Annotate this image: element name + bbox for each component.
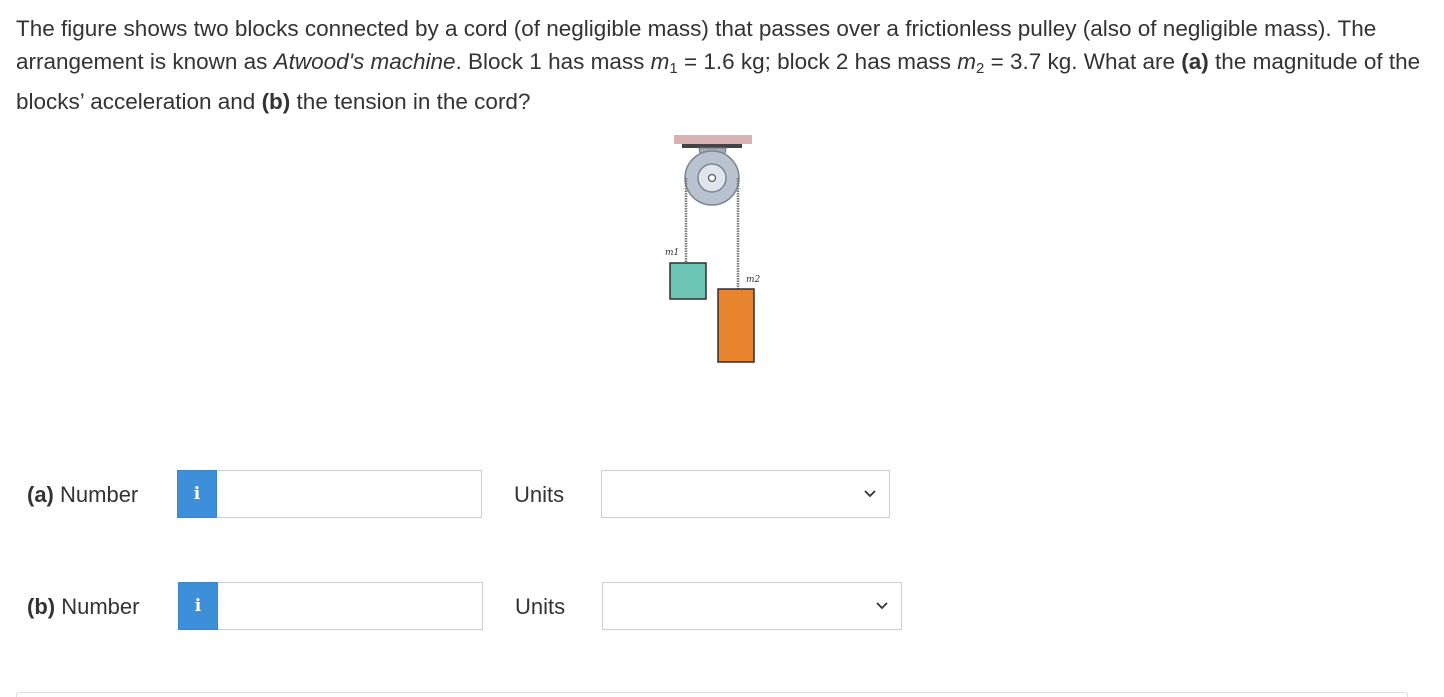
units-label-a: Units — [514, 482, 565, 507]
ceiling-bar — [674, 135, 752, 144]
number-label-b: Number — [61, 594, 140, 619]
number-input-b[interactable] — [218, 582, 483, 630]
question-part-2: . Block 1 has mass — [455, 49, 651, 74]
units-select-a[interactable] — [601, 470, 890, 518]
info-button-a[interactable]: i — [177, 470, 217, 518]
answer-row-b: (b) Number i Units — [0, 582, 1444, 632]
m1-value: = 1.6 kg; block 2 has mass — [677, 49, 958, 74]
block-1 — [669, 262, 707, 300]
number-label-a: Number — [60, 482, 139, 507]
info-button-b[interactable]: i — [178, 582, 218, 630]
part-b-marker: (b) — [261, 89, 291, 114]
answer-row-a: (a) Number i Units — [0, 470, 1444, 520]
m2-symbol: m — [957, 49, 976, 74]
m2-value: = 3.7 kg. What are — [984, 49, 1182, 74]
units-label-b: Units — [515, 594, 566, 619]
chevron-down-icon — [876, 602, 888, 610]
pulley-mount — [682, 144, 742, 148]
m1-symbol: m — [650, 49, 670, 74]
part-a-label: (a) Number — [27, 482, 138, 508]
pulley-axle — [707, 173, 717, 183]
info-icon: i — [194, 596, 202, 616]
info-icon: i — [193, 484, 201, 504]
machine-name: Atwood's machine — [273, 49, 456, 74]
number-input-a[interactable] — [217, 470, 482, 518]
units-select-b[interactable] — [602, 582, 902, 630]
question-part-4: the tension in the cord? — [290, 89, 531, 114]
part-a-marker-label: (a) — [27, 482, 54, 507]
part-b-marker-label: (b) — [27, 594, 56, 619]
block-2 — [717, 288, 755, 363]
m1-label: m1 — [665, 248, 679, 258]
atwood-machine-figure: m1 m2 — [660, 130, 770, 370]
part-a-marker: (a) — [1181, 49, 1209, 74]
part-b-label: (b) Number — [27, 594, 139, 620]
atwood-diagram: m1 m2 — [665, 135, 761, 363]
question-text: The figure shows two blocks connected by… — [16, 12, 1426, 118]
next-panel-edge — [16, 692, 1408, 697]
m2-label: m2 — [746, 275, 761, 285]
chevron-down-icon — [864, 490, 876, 498]
m1-subscript: 1 — [669, 60, 678, 77]
